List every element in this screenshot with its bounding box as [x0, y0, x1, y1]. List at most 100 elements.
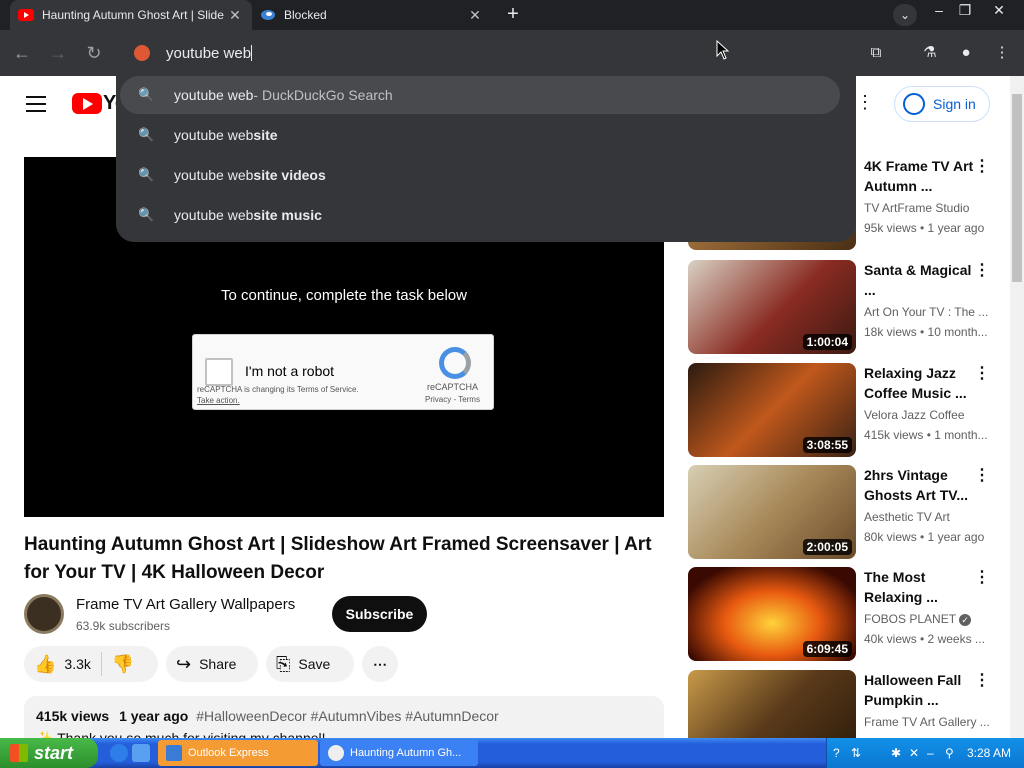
- video-thumbnail[interactable]: 1:00:04: [688, 260, 856, 354]
- like-icon[interactable]: 👍: [34, 654, 56, 675]
- rec-channel[interactable]: Velora Jazz Coffee: [864, 408, 994, 422]
- back-arrow-icon[interactable]: ←: [10, 41, 34, 65]
- rec-channel[interactable]: TV ArtFrame Studio: [864, 201, 994, 215]
- rec-title[interactable]: Relaxing Jazz Coffee Music ...: [864, 363, 974, 403]
- search-icon: 🔍: [138, 127, 155, 142]
- start-button[interactable]: start: [0, 738, 98, 768]
- more-options-icon[interactable]: ⋮: [974, 567, 990, 587]
- more-options-icon[interactable]: ⋮: [974, 670, 990, 690]
- more-options-icon[interactable]: ⋮: [974, 156, 990, 176]
- hamburger-menu-icon[interactable]: [26, 96, 46, 112]
- duckduckgo-icon: [134, 45, 150, 61]
- video-thumbnail[interactable]: 3:08:55: [688, 363, 856, 457]
- rec-title[interactable]: The Most Relaxing ...: [864, 567, 974, 607]
- rec-title[interactable]: 4K Frame TV Art Autumn ...: [864, 156, 974, 196]
- rec-title[interactable]: Santa & Magical ...: [864, 260, 974, 300]
- video-duration: 1:00:04: [802, 334, 852, 350]
- rec-channel[interactable]: Aesthetic TV Art: [864, 510, 994, 524]
- new-tab-button[interactable]: +: [502, 4, 524, 26]
- settings-dots-icon[interactable]: ⋮: [856, 92, 874, 113]
- address-input[interactable]: youtube web: [166, 45, 251, 62]
- like-dislike-group: 👍 3.3k 👎: [24, 646, 158, 682]
- rec-title[interactable]: 2hrs Vintage Ghosts Art TV...: [864, 465, 974, 505]
- menu-dots-icon[interactable]: ⋮: [990, 41, 1014, 65]
- system-tray: ? ⇅ ✱ ✕ – ⚲ 3:28 AM: [826, 738, 1024, 768]
- recommendation-item[interactable]: 2:00:05 2hrs Vintage Ghosts Art TV... Ae…: [688, 465, 998, 560]
- close-tab-icon[interactable]: ✕: [466, 7, 484, 24]
- forward-arrow-icon[interactable]: →: [46, 41, 70, 65]
- tools-icon[interactable]: ✱: [891, 746, 905, 760]
- recaptcha-label: I'm not a robot: [245, 363, 335, 379]
- profile-icon[interactable]: ●: [954, 41, 978, 65]
- youtube-logo-icon[interactable]: [72, 93, 102, 114]
- taskbar-outlook-express[interactable]: Outlook Express: [158, 740, 318, 766]
- share-button[interactable]: ↪ Share: [166, 646, 258, 682]
- restore-icon[interactable]: ❐: [950, 0, 980, 22]
- tab-youtube[interactable]: Haunting Autumn Ghost Art | Slide ✕: [10, 0, 252, 30]
- channel-avatar[interactable]: [24, 594, 64, 634]
- antivirus-icon[interactable]: ✕: [909, 746, 923, 760]
- more-options-icon[interactable]: ⋮: [974, 260, 990, 280]
- subscribe-button[interactable]: Subscribe: [332, 596, 427, 632]
- help-icon[interactable]: ?: [833, 746, 847, 760]
- recommendation-item[interactable]: 1:00:04 Santa & Magical ... Art On Your …: [688, 260, 998, 355]
- video-thumbnail[interactable]: [688, 670, 856, 738]
- scrollbar-thumb[interactable]: [1012, 94, 1022, 282]
- sign-in-label: Sign in: [933, 96, 976, 112]
- video-thumbnail[interactable]: 2:00:05: [688, 465, 856, 559]
- more-options-icon[interactable]: ⋮: [974, 465, 990, 485]
- save-icon: ⎘: [276, 653, 291, 674]
- hashtags[interactable]: #HalloweenDecor #AutumnVibes #AutumnDeco…: [196, 708, 498, 724]
- video-title: Haunting Autumn Ghost Art | Slideshow Ar…: [24, 534, 652, 583]
- channel-name[interactable]: Frame TV Art Gallery Wallpapers: [76, 596, 295, 613]
- suggestion-item[interactable]: 🔍 youtube web site videos: [120, 156, 840, 194]
- recaptcha-privacy-terms[interactable]: Privacy - Terms: [425, 395, 480, 404]
- rec-channel[interactable]: Frame TV Art Gallery ...: [864, 715, 994, 729]
- clock[interactable]: 3:28 AM: [967, 746, 1011, 760]
- internet-explorer-icon[interactable]: [110, 744, 128, 762]
- recommendation-item[interactable]: 3:08:55 Relaxing Jazz Coffee Music ... V…: [688, 363, 998, 458]
- save-button[interactable]: ⎘ Save: [266, 646, 354, 682]
- taskbar-chrome-window[interactable]: Haunting Autumn Gh...: [320, 740, 478, 766]
- suggestion-item[interactable]: 🔍 youtube web - DuckDuckGo Search: [120, 76, 840, 114]
- search-icon: 🔍: [138, 167, 155, 182]
- show-desktop-icon[interactable]: [132, 744, 150, 762]
- like-count[interactable]: 3.3k: [64, 656, 90, 672]
- search-icon[interactable]: ⚲: [945, 746, 959, 760]
- more-dots-icon: ⋯: [373, 655, 387, 672]
- tab-blocked[interactable]: Blocked ✕: [252, 0, 492, 30]
- recaptcha-take-action-link[interactable]: Take action.: [197, 396, 240, 405]
- address-bar[interactable]: youtube web: [116, 30, 856, 76]
- dislike-icon[interactable]: 👎: [112, 654, 134, 675]
- tab-title: Haunting Autumn Ghost Art | Slide: [42, 8, 224, 22]
- close-tab-icon[interactable]: ✕: [226, 7, 244, 24]
- tab-search-chevron-icon[interactable]: ⌄: [893, 4, 917, 26]
- suggestion-item[interactable]: 🔍 youtube web site music: [120, 196, 840, 234]
- suggestion-item[interactable]: 🔍 youtube web site: [120, 116, 840, 154]
- more-actions-button[interactable]: ⋯: [362, 646, 398, 682]
- recaptcha-checkbox[interactable]: [205, 358, 233, 386]
- channel-info: Frame TV Art Gallery Wallpapers 63.9k su…: [24, 594, 295, 634]
- suggestion-completion: site music: [253, 207, 322, 223]
- rec-channel[interactable]: Art On Your TV : The ...: [864, 305, 994, 319]
- reload-icon[interactable]: ↻: [82, 41, 106, 65]
- recommendation-item[interactable]: Halloween Fall Pumpkin ... Frame TV Art …: [688, 670, 998, 738]
- labs-flask-icon[interactable]: ⚗: [918, 41, 942, 65]
- rec-title[interactable]: Halloween Fall Pumpkin ...: [864, 670, 974, 710]
- mouse-pointer-icon: [716, 40, 730, 60]
- rec-channel[interactable]: FOBOS PLANET ✓: [864, 612, 994, 626]
- save-label: Save: [298, 656, 331, 672]
- volume-icon[interactable]: –: [927, 746, 941, 760]
- video-thumbnail[interactable]: 6:09:45: [688, 567, 856, 661]
- page-scrollbar[interactable]: [1010, 76, 1024, 738]
- sign-in-button[interactable]: Sign in: [894, 86, 990, 122]
- subscriber-count: 63.9k subscribers: [76, 619, 171, 633]
- more-options-icon[interactable]: ⋮: [974, 363, 990, 383]
- description-box[interactable]: 415k views 1 year ago #HalloweenDecor #A…: [24, 696, 664, 738]
- extensions-icon[interactable]: ⧉: [864, 41, 888, 65]
- recommendation-item[interactable]: 6:09:45 The Most Relaxing ... FOBOS PLAN…: [688, 567, 998, 662]
- close-window-icon[interactable]: ✕: [984, 0, 1014, 22]
- network-icon[interactable]: ⇅: [851, 746, 865, 760]
- rec-views: 95k views • 1 year ago: [864, 221, 985, 235]
- tab-title: Blocked: [284, 8, 327, 22]
